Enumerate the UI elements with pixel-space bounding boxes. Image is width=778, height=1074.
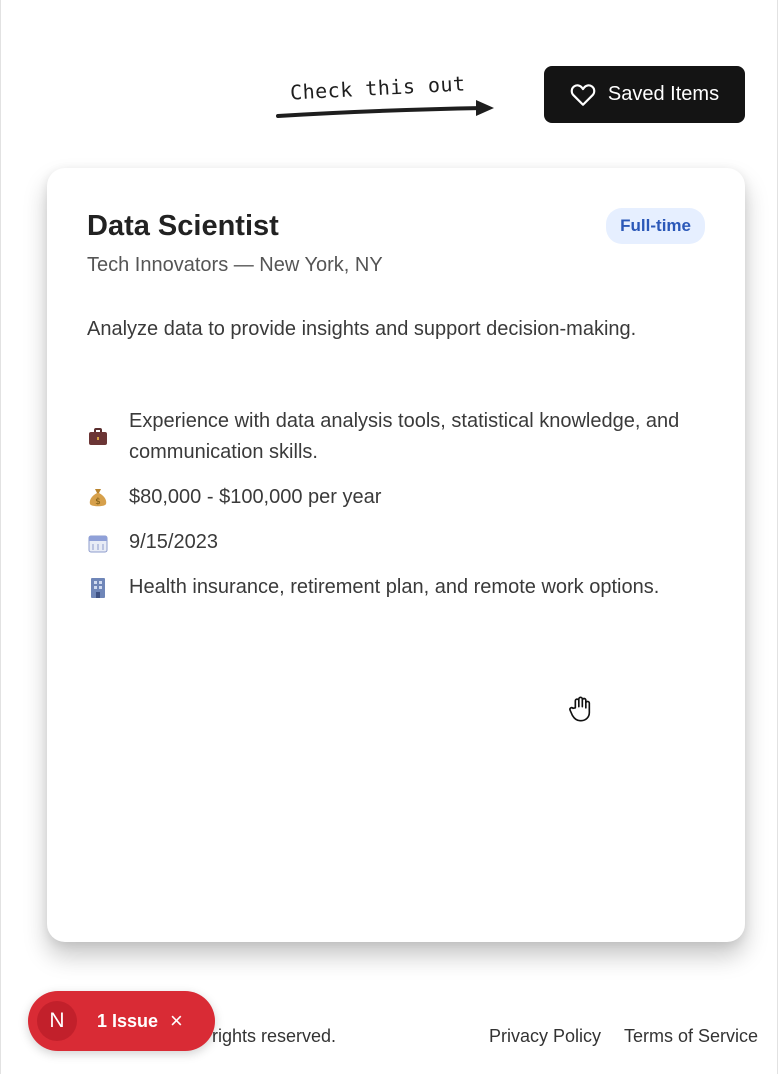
detail-text: 9/15/2023 [129, 531, 218, 553]
briefcase-icon [87, 426, 109, 448]
saved-items-label: Saved Items [607, 83, 720, 105]
building-icon [87, 577, 109, 599]
close-icon[interactable]: × [170, 1008, 183, 1034]
svg-text:$: $ [95, 497, 101, 507]
job-card[interactable]: Data Scientist Full-time Tech Innovators… [47, 168, 745, 942]
money-bag-icon: $ [87, 487, 109, 509]
hint-annotation: Check this out [276, 70, 506, 130]
job-description: Analyze data to provide insights and sup… [87, 318, 637, 340]
saved-items-button[interactable]: Saved Items [544, 66, 745, 123]
issues-indicator[interactable]: N 1 Issue × [28, 991, 215, 1051]
footer-copyright: rights reserved. [212, 1026, 337, 1046]
detail-date: 9/15/2023 [87, 527, 717, 558]
privacy-policy-link[interactable]: Privacy Policy [489, 1026, 601, 1047]
detail-text: Health insurance, retirement plan, and r… [129, 576, 660, 598]
arrow-right-icon [276, 100, 494, 118]
hand-cursor-icon [569, 696, 591, 722]
company-location: Tech Innovators — New York, NY [87, 254, 383, 276]
issues-avatar: N [37, 1001, 77, 1041]
detail-text: Experience with data analysis tools, sta… [129, 410, 680, 463]
calendar-icon [87, 532, 109, 554]
issues-count-label: 1 Issue [97, 1010, 159, 1031]
detail-text: $80,000 - $100,000 per year [129, 486, 382, 508]
terms-of-service-link[interactable]: Terms of Service [624, 1026, 758, 1047]
employment-type-badge: Full-time [606, 208, 705, 244]
job-details-list: Experience with data analysis tools, sta… [87, 406, 717, 617]
job-title: Data Scientist [87, 210, 279, 242]
detail-salary: $ $80,000 - $100,000 per year [87, 482, 717, 513]
heart-icon [570, 83, 596, 106]
detail-requirements: Experience with data analysis tools, sta… [87, 406, 717, 468]
detail-benefits: Health insurance, retirement plan, and r… [87, 572, 717, 603]
